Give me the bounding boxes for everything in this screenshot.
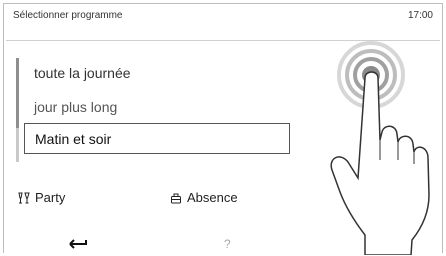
tap-hand-icon bbox=[330, 41, 430, 255]
list-scrollbar-thumb[interactable] bbox=[16, 58, 19, 128]
absence-button[interactable]: Absence bbox=[170, 190, 238, 205]
clock: 17:00 bbox=[407, 10, 433, 21]
absence-label: Absence bbox=[187, 190, 238, 205]
help-button[interactable]: ? bbox=[224, 237, 231, 251]
program-item-label: Matin et soir bbox=[35, 131, 112, 147]
program-item-toute-la-journee[interactable]: toute la journée bbox=[34, 65, 131, 81]
suitcase-icon bbox=[171, 193, 181, 204]
cocktail-glasses-icon bbox=[18, 192, 30, 204]
party-label: Party bbox=[35, 190, 66, 205]
back-button[interactable] bbox=[68, 237, 88, 256]
program-item-matin-et-soir[interactable]: Matin et soir bbox=[24, 123, 290, 154]
back-arrow-icon bbox=[69, 239, 87, 249]
program-item-jour-plus-long[interactable]: jour plus long bbox=[34, 99, 117, 115]
screen-title: Sélectionner programme bbox=[13, 10, 123, 21]
status-bar: Sélectionner programme 17:00 bbox=[13, 10, 433, 28]
party-button[interactable]: Party bbox=[18, 190, 65, 205]
